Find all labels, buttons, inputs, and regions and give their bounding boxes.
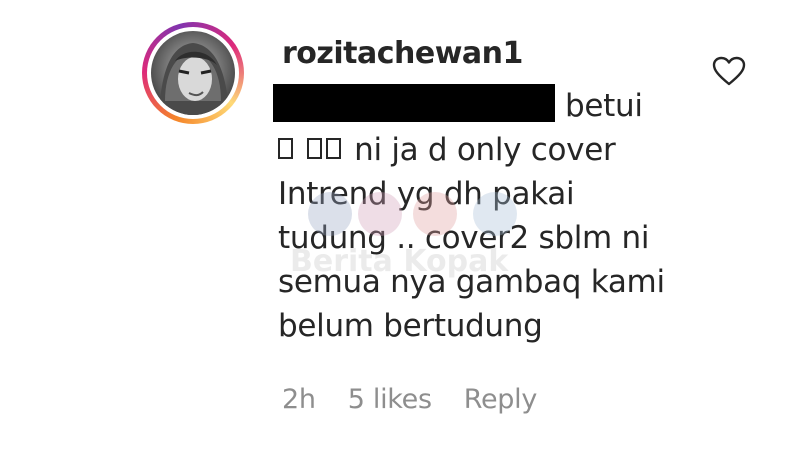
comment-username[interactable]: rozitachewan1 xyxy=(282,36,523,71)
comment-text: betui ni ja d only cover Intrend yg dh p… xyxy=(278,84,698,348)
emoji-placeholder-icon xyxy=(278,138,293,159)
likes-count-link[interactable]: 5 likes xyxy=(348,384,432,415)
emoji-placeholder-icon xyxy=(325,138,341,159)
comment-line-2-text: ni ja d only cover xyxy=(354,132,616,168)
comment-timestamp: 2h xyxy=(282,384,316,415)
comment-line-3: Intrend yg dh pakai xyxy=(278,176,575,212)
comment-line-1: betui xyxy=(565,88,643,124)
avatar-photo xyxy=(151,31,235,115)
heart-icon[interactable] xyxy=(712,56,746,86)
emoji-placeholder-icon xyxy=(306,138,322,159)
comment-meta: 2h 5 likes Reply xyxy=(282,384,537,415)
comment-line-2: ni ja d only cover xyxy=(278,128,698,172)
comment-line-4: tudung .. cover2 sblm ni xyxy=(278,220,650,256)
reply-button[interactable]: Reply xyxy=(464,384,538,415)
comment-line-6: belum bertudung xyxy=(278,308,543,344)
comment-line-5: semua nya gambaq kami xyxy=(278,264,665,300)
avatar[interactable] xyxy=(142,22,244,124)
comment-item: rozitachewan1 betui ni ja d only cover I… xyxy=(0,0,800,451)
